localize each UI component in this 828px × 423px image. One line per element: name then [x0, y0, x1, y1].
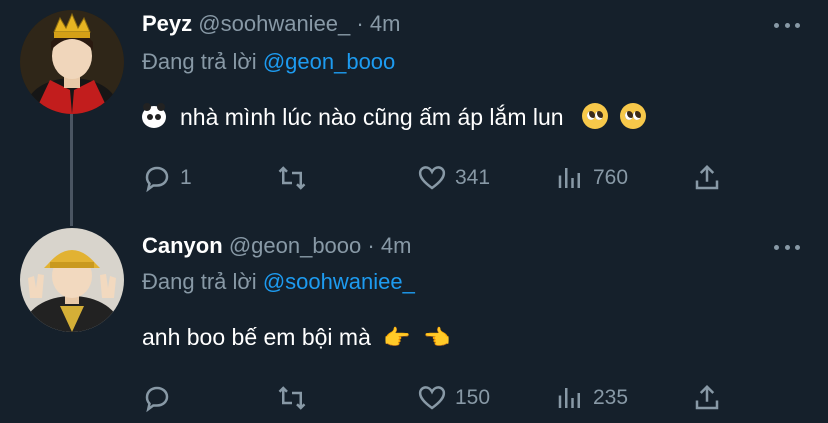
- user-handle[interactable]: @geon_booo: [229, 233, 361, 258]
- display-name[interactable]: Canyon: [142, 233, 223, 258]
- mention-link[interactable]: @geon_booo: [263, 49, 395, 74]
- views-button[interactable]: 760: [555, 162, 628, 194]
- reply-count: 1: [180, 166, 192, 189]
- user-handle[interactable]: @soohwaniee_: [198, 11, 350, 36]
- timestamp[interactable]: 4m: [370, 11, 401, 36]
- tweet-text: nhà mình lúc nào cũng ấm áp lắm lun: [142, 102, 647, 132]
- avatar[interactable]: [20, 10, 124, 114]
- replying-to-label: Đang trả lời: [142, 269, 257, 294]
- more-dot-icon: [784, 22, 790, 28]
- separator-dot: ·: [367, 233, 375, 258]
- avatar-image: [20, 228, 124, 332]
- retweet-button[interactable]: [277, 162, 307, 194]
- like-button[interactable]: 150: [417, 382, 490, 414]
- tweet-reply-2[interactable]: Canyon @geon_booo · 4m Đang trả lời @soo…: [0, 222, 828, 423]
- separator-dot: ·: [356, 11, 364, 36]
- mention-link[interactable]: @soohwaniee_: [263, 269, 415, 294]
- avatar[interactable]: [20, 228, 124, 332]
- more-options-button[interactable]: [774, 242, 800, 252]
- views-count: 760: [593, 166, 629, 189]
- like-button[interactable]: 341: [417, 162, 490, 194]
- replying-to: Đang trả lời @soohwaniee_: [142, 268, 415, 296]
- panda-emoji: [142, 103, 166, 128]
- share-button[interactable]: [692, 382, 722, 414]
- heart-icon: [418, 166, 446, 190]
- reply-icon: [145, 386, 169, 413]
- tweet-actions: 1 341 760: [142, 162, 742, 194]
- tweet-header: Peyz @soohwaniee_ · 4m: [142, 10, 400, 38]
- share-icon: [695, 164, 719, 190]
- pointing-right-hand-emoji: 👉: [383, 325, 411, 350]
- retweet-icon: [278, 166, 306, 190]
- tweet-actions: 150 235: [142, 382, 742, 414]
- tweet-header: Canyon @geon_booo · 4m: [142, 232, 411, 260]
- tweet-text: anh boo bế em bội mà 👉 👈: [142, 322, 450, 353]
- more-dot-icon: [795, 244, 800, 250]
- replying-to-label: Đang trả lời: [142, 49, 257, 74]
- tweet-text-content: anh boo bế em bội mà: [142, 324, 371, 350]
- share-icon: [695, 384, 719, 410]
- more-dot-icon: [784, 244, 790, 250]
- replying-to: Đang trả lời @geon_booo: [142, 48, 395, 76]
- views-chart-icon: [558, 168, 580, 188]
- heart-icon: [418, 386, 446, 410]
- more-dot-icon: [795, 22, 800, 28]
- avatar-image: [20, 10, 124, 114]
- like-count: 150: [455, 386, 491, 409]
- pleading-face-emoji: [581, 103, 608, 129]
- display-name[interactable]: Peyz: [142, 11, 192, 36]
- reply-icon: [145, 166, 169, 193]
- tweet-text-content: nhà mình lúc nào cũng ấm áp lắm lun: [180, 104, 564, 130]
- views-button[interactable]: 235: [555, 382, 628, 414]
- views-count: 235: [593, 386, 629, 409]
- views-chart-icon: [558, 388, 580, 408]
- retweet-button[interactable]: [277, 382, 307, 414]
- retweet-icon: [278, 386, 306, 410]
- pleading-face-emoji: [620, 103, 647, 129]
- more-options-button[interactable]: [774, 20, 800, 30]
- reply-button[interactable]: 1: [142, 162, 192, 194]
- share-button[interactable]: [692, 162, 722, 194]
- reply-button[interactable]: [142, 382, 172, 414]
- more-dot-icon: [774, 244, 779, 250]
- tweet-reply-1[interactable]: Peyz @soohwaniee_ · 4m Đang trả lời @geo…: [0, 0, 828, 215]
- timestamp[interactable]: 4m: [381, 233, 412, 258]
- more-dot-icon: [774, 22, 779, 28]
- like-count: 341: [455, 166, 491, 189]
- pointing-left-hand-emoji: 👈: [423, 325, 451, 350]
